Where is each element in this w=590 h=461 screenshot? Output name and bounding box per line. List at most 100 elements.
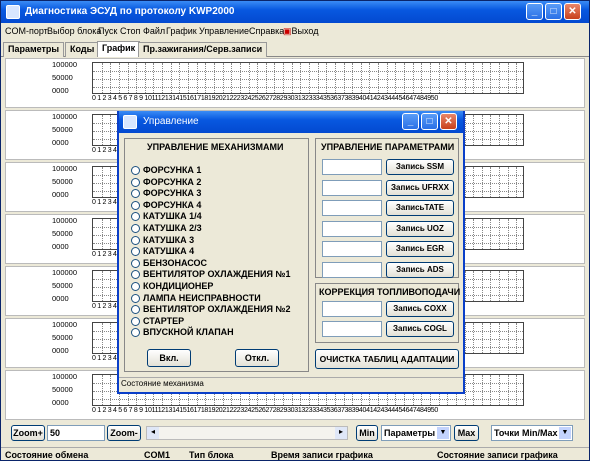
chevron-down-icon[interactable]: ▼ [559, 427, 571, 439]
horizontal-scrollbar[interactable]: ◂ ▸ [146, 426, 348, 440]
param-write-button[interactable]: Запись EGR [386, 241, 454, 257]
grid-line [516, 63, 518, 93]
scroll-left-icon[interactable]: ◂ [147, 427, 159, 439]
on-button[interactable]: Вкл. [147, 349, 191, 367]
param-input[interactable] [322, 261, 382, 278]
tab-ignition[interactable]: Пр.зажигания/Серв.записи [138, 42, 268, 57]
mechanism-radio[interactable] [131, 212, 140, 222]
mechanism-radio[interactable] [131, 270, 140, 280]
params-select[interactable]: Параметры ▼ [381, 425, 451, 441]
grid-line [481, 323, 483, 353]
mechanism-label: КАТУШКА 1/4 [143, 211, 202, 222]
grid-line [101, 115, 103, 145]
grid-line [516, 167, 518, 197]
grid-line [507, 323, 509, 353]
grid-line [516, 323, 518, 353]
grid-line [481, 375, 483, 405]
mechanism-radio[interactable] [131, 189, 140, 199]
scroll-right-icon[interactable]: ▸ [335, 427, 347, 439]
mechanism-radio[interactable] [131, 282, 140, 291]
grid-line [213, 63, 215, 93]
dialog-minimize-button[interactable]: _ [402, 113, 419, 130]
minimize-button[interactable]: _ [526, 3, 543, 20]
grid-line [93, 87, 523, 88]
mechanism-radio[interactable] [131, 224, 140, 233]
min-button[interactable]: Min [356, 425, 378, 441]
fuel-group: КОРРЕКЦИЯ ТОПЛИВОПОДАЧИ Запись COXX Запис… [315, 283, 461, 343]
mechanism-radio[interactable] [131, 166, 140, 175]
grid-line [274, 63, 276, 93]
menu-file[interactable]: Файл [143, 26, 165, 36]
grid-line [317, 63, 319, 93]
status-port: COM1 [144, 450, 171, 460]
mechanism-radio[interactable] [131, 200, 140, 210]
y-tick-label: 0000 [52, 346, 69, 355]
menu-select-block[interactable]: Выбор блока [47, 26, 101, 36]
mechanism-radio[interactable] [131, 177, 140, 187]
tab-parameters[interactable]: Параметры [3, 42, 65, 57]
status-exchange: Состояние обмена [5, 450, 89, 460]
param-input[interactable] [322, 241, 382, 257]
off-button[interactable]: Откл. [235, 349, 279, 367]
param-write-button[interactable]: Запись SSM [386, 159, 454, 175]
grid-line [507, 271, 509, 301]
close-button[interactable]: ✕ [564, 3, 581, 20]
grid-line [395, 63, 397, 93]
maximize-button[interactable]: □ [545, 3, 562, 20]
mechanism-radio[interactable] [131, 247, 140, 257]
dialog-close-button[interactable]: ✕ [440, 113, 457, 130]
mechanism-radio[interactable] [131, 258, 140, 268]
menu-com-port[interactable]: COM-порт [5, 26, 48, 36]
tab-chart[interactable]: График [97, 41, 141, 57]
grid-line [386, 63, 388, 93]
x-tick-labels: 0 1 2 3 4 5 6 7 8 9 10111213141516171819… [92, 407, 438, 414]
max-button[interactable]: Max [454, 425, 479, 441]
mechanism-radio[interactable] [131, 316, 140, 326]
mechanism-radio[interactable] [131, 305, 140, 315]
param-input[interactable] [322, 220, 382, 237]
param-input[interactable] [322, 200, 382, 216]
menu-stop[interactable]: Стоп [120, 26, 140, 36]
clear-adaptation-button[interactable]: ОЧИСТКА ТАБЛИЦ АДАПТАЦИИ [315, 349, 459, 369]
zoom-plus-button[interactable]: Zoom+ [11, 425, 45, 441]
grid-line [490, 167, 492, 197]
mechanism-label: ФОРСУНКА 2 [143, 176, 202, 187]
window-title: Диагностика ЭСУД по протоколу KWP2000 [25, 6, 235, 17]
grid-line [473, 219, 475, 249]
param-write-button[interactable]: ЗаписьTATE [386, 200, 454, 216]
menu-help[interactable]: Справка [249, 26, 284, 36]
mechanism-label: ВЕНТИЛЯТОР ОХЛАЖДЕНИЯ №2 [143, 304, 291, 315]
menu-control[interactable]: Управление [199, 26, 249, 36]
menu-exit[interactable]: ▣Выход [283, 26, 318, 37]
tab-codes[interactable]: Коды [65, 42, 100, 57]
chevron-down-icon[interactable]: ▼ [437, 427, 449, 439]
points-select[interactable]: Точки Min/Max ▼ [491, 425, 573, 441]
grid-line [110, 115, 112, 145]
param-write-button[interactable]: Запись ADS [386, 261, 454, 278]
menu-start[interactable]: Пуск [98, 26, 117, 36]
control-dialog: Управление _ □ ✕ УПРАВЛЕНИЕ МЕХАНИЗМАМИ … [117, 111, 465, 394]
zoom-input[interactable]: 50 [47, 425, 105, 441]
grid-line [334, 63, 336, 93]
param-input[interactable] [322, 179, 382, 196]
mechanism-radio[interactable] [131, 235, 140, 245]
menu-exit-label: Выход [291, 26, 319, 36]
dialog-maximize-button[interactable]: □ [421, 113, 438, 130]
fuel-write-button[interactable]: Запись COXX [386, 301, 454, 317]
points-select-value: Точки Min/Max [494, 428, 558, 438]
grid-line [490, 323, 492, 353]
param-input[interactable] [322, 159, 382, 175]
grid-line [309, 63, 310, 93]
param-write-button[interactable]: Запись UOZ [386, 220, 454, 237]
mechanism-radio[interactable] [131, 328, 140, 338]
fuel-group-title: КОРРЕКЦИЯ ТОПЛИВОПОДАЧИ [319, 287, 461, 297]
fuel-input[interactable] [322, 321, 382, 337]
fuel-input[interactable] [322, 301, 382, 317]
menu-chart[interactable]: График [166, 26, 197, 36]
param-write-button[interactable]: Запись UFRXX [386, 179, 454, 196]
fuel-write-button[interactable]: Запись COGL [386, 321, 454, 337]
zoom-minus-button[interactable]: Zoom- [107, 425, 141, 441]
grid-line [455, 63, 457, 93]
y-tick-label: 50000 [52, 385, 73, 394]
mechanism-radio[interactable] [131, 293, 140, 303]
